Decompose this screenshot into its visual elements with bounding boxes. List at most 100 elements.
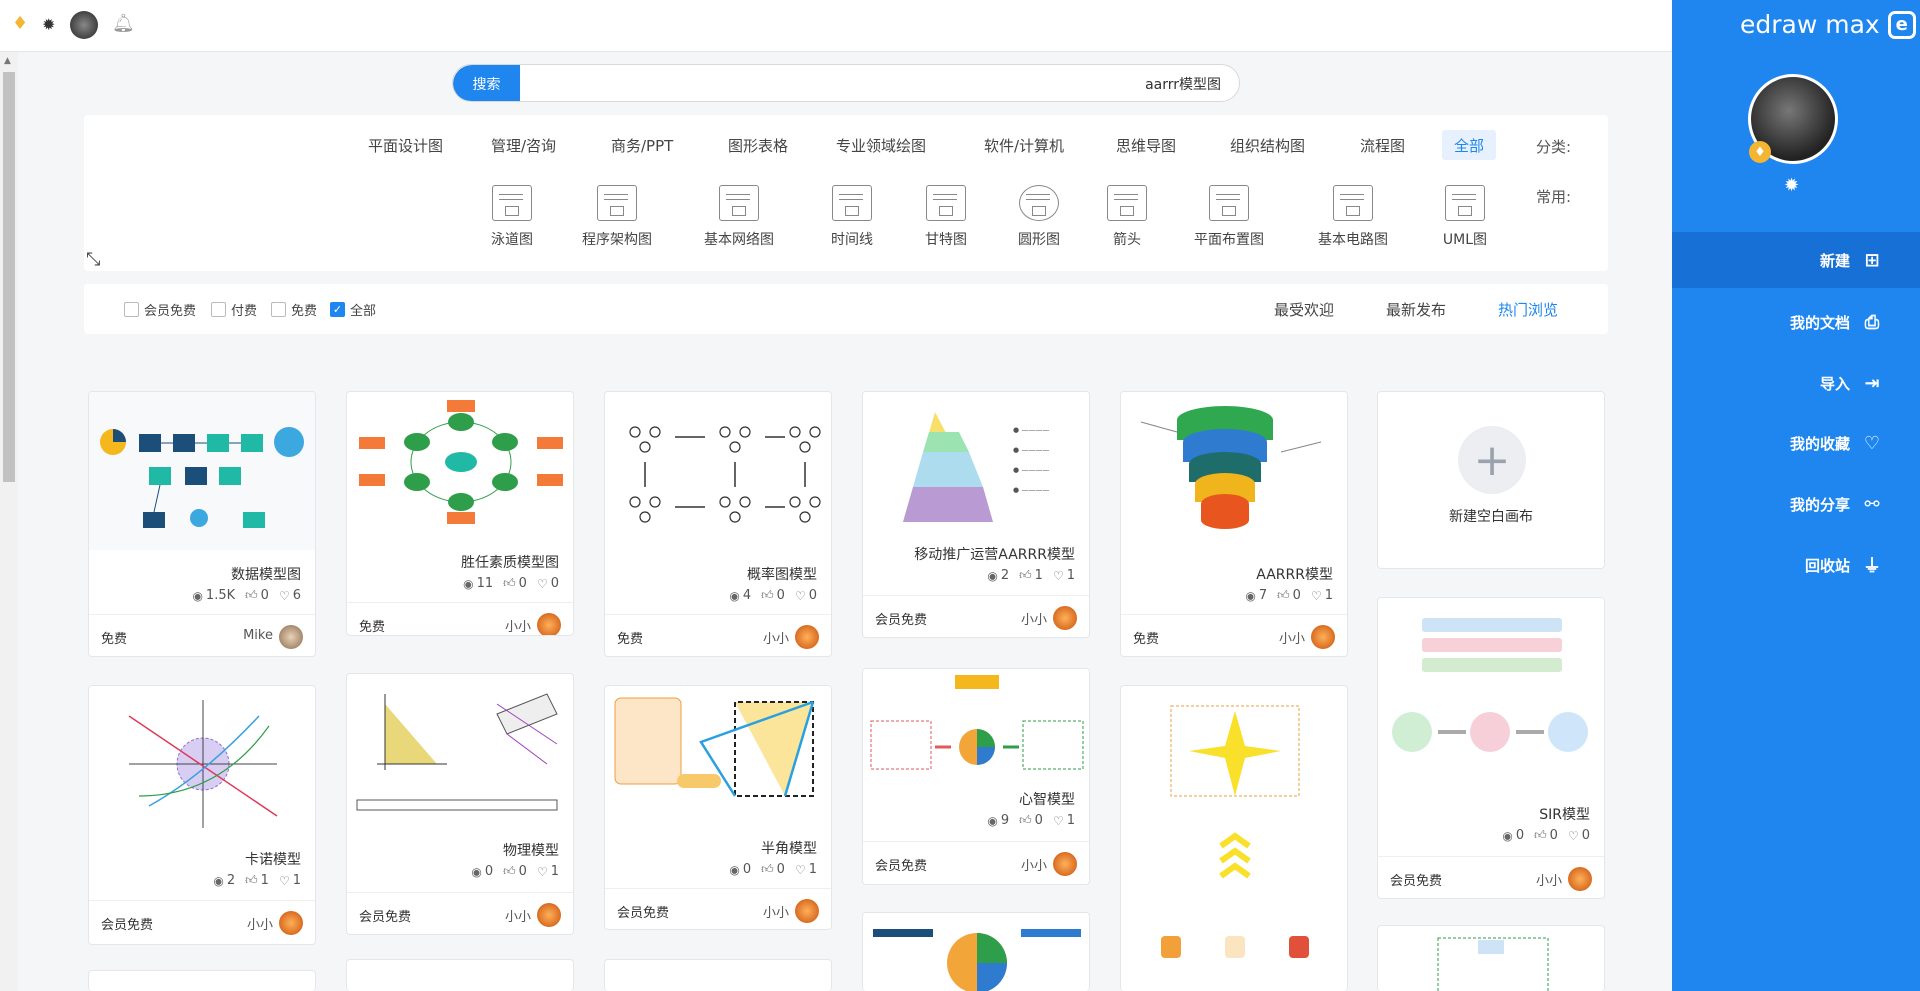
template-circuit[interactable]: 基本电路图 <box>1308 185 1398 249</box>
category-mind-map[interactable]: 思维导图 <box>1104 130 1188 160</box>
template-card[interactable]: 卡诺模型 ◉ 2 👍︎ 1 ♡ 1 小小 会员免费 <box>88 685 316 945</box>
timeline-icon <box>832 185 872 221</box>
price-tag: 会员免费 <box>359 910 412 925</box>
sort-popular[interactable]: 最受欢迎 <box>1274 299 1334 320</box>
card-thumbnail <box>605 686 831 826</box>
template-uml[interactable]: UML图 <box>1420 185 1510 249</box>
template-floor-plan[interactable]: 平面布置图 <box>1184 185 1274 249</box>
category-all[interactable]: 全部 <box>1442 130 1497 160</box>
theme-sun-icon[interactable]: ✹ <box>42 15 55 34</box>
template-timeline[interactable]: 时间线 <box>807 185 897 249</box>
template-card[interactable]: 胜任素质模型图 ◉ 11 👍︎ 0 ♡ 0 小小 免费 <box>346 391 574 636</box>
expand-icon[interactable]: ⤡ <box>86 249 100 270</box>
scrollbar-thumb[interactable] <box>3 72 15 482</box>
thumb-up-icon: 👍︎ <box>761 588 774 602</box>
scroll-up-arrow-icon[interactable]: ▲ <box>4 56 11 66</box>
nav-my-documents[interactable]: 我的文档 ⎙ <box>1672 294 1920 350</box>
card-title: AARRR模型 <box>1256 567 1333 583</box>
vertical-scrollbar[interactable]: ▲ <box>0 52 18 991</box>
template-card[interactable]: 半角模型 ◉ 0 👍︎ 0 ♡ 1 小小 会员免费 <box>604 685 832 930</box>
category-org-chart[interactable]: 组织结构图 <box>1218 130 1317 160</box>
nav-shares[interactable]: 我的分享 ⚯ <box>1672 476 1920 532</box>
template-gantt[interactable]: 甘特图 <box>901 185 991 249</box>
edraw-logo-icon: e <box>1887 10 1916 39</box>
circuit-icon <box>1333 185 1373 221</box>
template-card[interactable]: ● ———— ● ———— ● ———— ● ———— 移动推广运营AARRR模… <box>862 391 1090 638</box>
category-business-ppt[interactable]: 商务/PPT <box>599 130 685 160</box>
sort-hot[interactable]: 热门浏览 <box>1498 299 1558 320</box>
category-management[interactable]: 管理/咨询 <box>479 130 568 160</box>
price-tag: 免费 <box>1133 632 1160 647</box>
template-card-partial[interactable] <box>862 912 1090 991</box>
template-card[interactable]: 数据模型图 ◉ 1.5K 👍︎ 0 ♡ 6 Mike 免费 <box>88 391 316 657</box>
template-card[interactable]: 概率图模型 ◉ 4 👍︎ 0 ♡ 0 小小 免费 <box>604 391 832 657</box>
author-avatar <box>795 899 819 923</box>
author-name: 小小 <box>504 620 531 635</box>
sort-latest[interactable]: 最新发布 <box>1386 299 1446 320</box>
share-icon: ⚯ <box>1864 493 1880 515</box>
price-tag: 会员免费 <box>1390 874 1443 889</box>
nav-favorites[interactable]: 我的收藏 ♡ <box>1672 415 1920 471</box>
template-program-architecture[interactable]: 程序架构图 <box>572 185 662 249</box>
template-card-partial[interactable] <box>1377 925 1605 991</box>
nav-import[interactable]: 导入 ⇥ <box>1672 355 1920 411</box>
vip-crown-icon[interactable]: ♦ <box>12 13 28 34</box>
card-footer: 小小 免费 <box>1121 614 1347 656</box>
category-professional[interactable]: 专业领域绘图 <box>824 130 938 160</box>
filter-paid-checkbox[interactable]: 付费 <box>211 300 257 319</box>
pyramid-diagram-icon: ● ———— ● ———— ● ———— ● ———— <box>903 412 1049 522</box>
template-card-partial[interactable] <box>88 970 316 991</box>
author-avatar <box>279 625 303 649</box>
search-button[interactable]: 搜索 <box>453 65 520 101</box>
thumb-up-icon: 👍︎ <box>503 576 516 590</box>
user-avatar[interactable] <box>70 11 98 39</box>
card-stats: ◉ 0 👍︎ 0 ♡ 0 <box>1502 828 1590 843</box>
heart-icon: ♡ <box>278 588 290 603</box>
template-card[interactable]: 心智模型 ◉ 9 👍︎ 0 ♡ 1 小小 会员免费 <box>862 668 1090 885</box>
category-flowchart[interactable]: 流程图 <box>1348 130 1417 160</box>
nav-recycle-bin[interactable]: 回收站 ⏚ <box>1672 537 1920 593</box>
template-swimlane[interactable]: 泳道图 <box>467 185 557 249</box>
bell-icon[interactable]: 🔔︎ <box>112 13 135 34</box>
template-card[interactable]: AARRR模型 ◉ 7 👍︎ 0 ♡ 1 小小 免费 <box>1120 391 1348 657</box>
floor-plan-icon <box>1209 185 1249 221</box>
thumb-up-icon: 👍︎ <box>1534 828 1547 842</box>
filter-panel: 分类: 全部 流程图 组织结构图 思维导图 软件/计算机 专业领域绘图 图形表格… <box>84 115 1608 271</box>
category-software[interactable]: 软件/计算机 <box>972 130 1076 160</box>
new-blank-canvas-card[interactable]: + 新建空白画布 <box>1377 391 1605 569</box>
author-avatar <box>1053 606 1077 630</box>
template-network[interactable]: 基本网络图 <box>694 185 784 249</box>
template-card-partial[interactable] <box>346 959 574 991</box>
filter-all-checkbox[interactable]: ✓ 全部 <box>330 300 376 319</box>
price-tag: 会员免费 <box>617 906 670 921</box>
checkbox-icon <box>124 302 139 317</box>
circle-diagram-icon <box>1019 185 1059 221</box>
template-card[interactable]: 物理模型 ◉ 0 👍︎ 0 ♡ 1 小小 会员免费 <box>346 673 574 935</box>
search-box[interactable]: 搜索 aarrr模型图 <box>452 64 1240 102</box>
template-card-partial[interactable] <box>1120 685 1348 991</box>
template-card[interactable]: SIR模型 ◉ 0 👍︎ 0 ♡ 0 小小 会员免费 <box>1377 597 1605 899</box>
heart-icon: ♡ <box>1863 432 1881 454</box>
heart-icon: ♡ <box>1052 568 1064 583</box>
eye-icon: ◉ <box>463 576 474 591</box>
category-charts-tables[interactable]: 图形表格 <box>716 130 800 160</box>
card-thumbnail <box>863 669 1089 779</box>
card-thumbnail <box>89 392 315 550</box>
author-avatar <box>537 613 561 635</box>
template-card-partial[interactable] <box>604 959 832 991</box>
filter-free-checkbox[interactable]: 免费 <box>271 300 317 319</box>
profile-avatar[interactable]: ♦ <box>1748 74 1838 164</box>
template-arrows[interactable]: 箭头 <box>1082 185 1172 249</box>
template-circle[interactable]: 圆形图 <box>994 185 1084 249</box>
card-footer: 小小 会员免费 <box>863 841 1089 884</box>
kano-diagram-icon <box>128 700 278 828</box>
theme-toggle-icon[interactable]: ✹ <box>1784 175 1799 196</box>
price-tag: 会员免费 <box>101 918 154 933</box>
category-graphic-design[interactable]: 平面设计图 <box>356 130 455 160</box>
nav-new[interactable]: 新建 ⊞ <box>1672 232 1920 288</box>
card-thumbnail <box>1161 705 1309 958</box>
filter-member-free-checkbox[interactable]: 会员免费 <box>124 300 196 319</box>
search-input[interactable]: aarrr模型图 <box>1145 74 1221 94</box>
card-stats: ◉ 0 👍︎ 0 ♡ 1 <box>729 862 817 877</box>
card-footer: 小小 免费 <box>347 602 573 635</box>
